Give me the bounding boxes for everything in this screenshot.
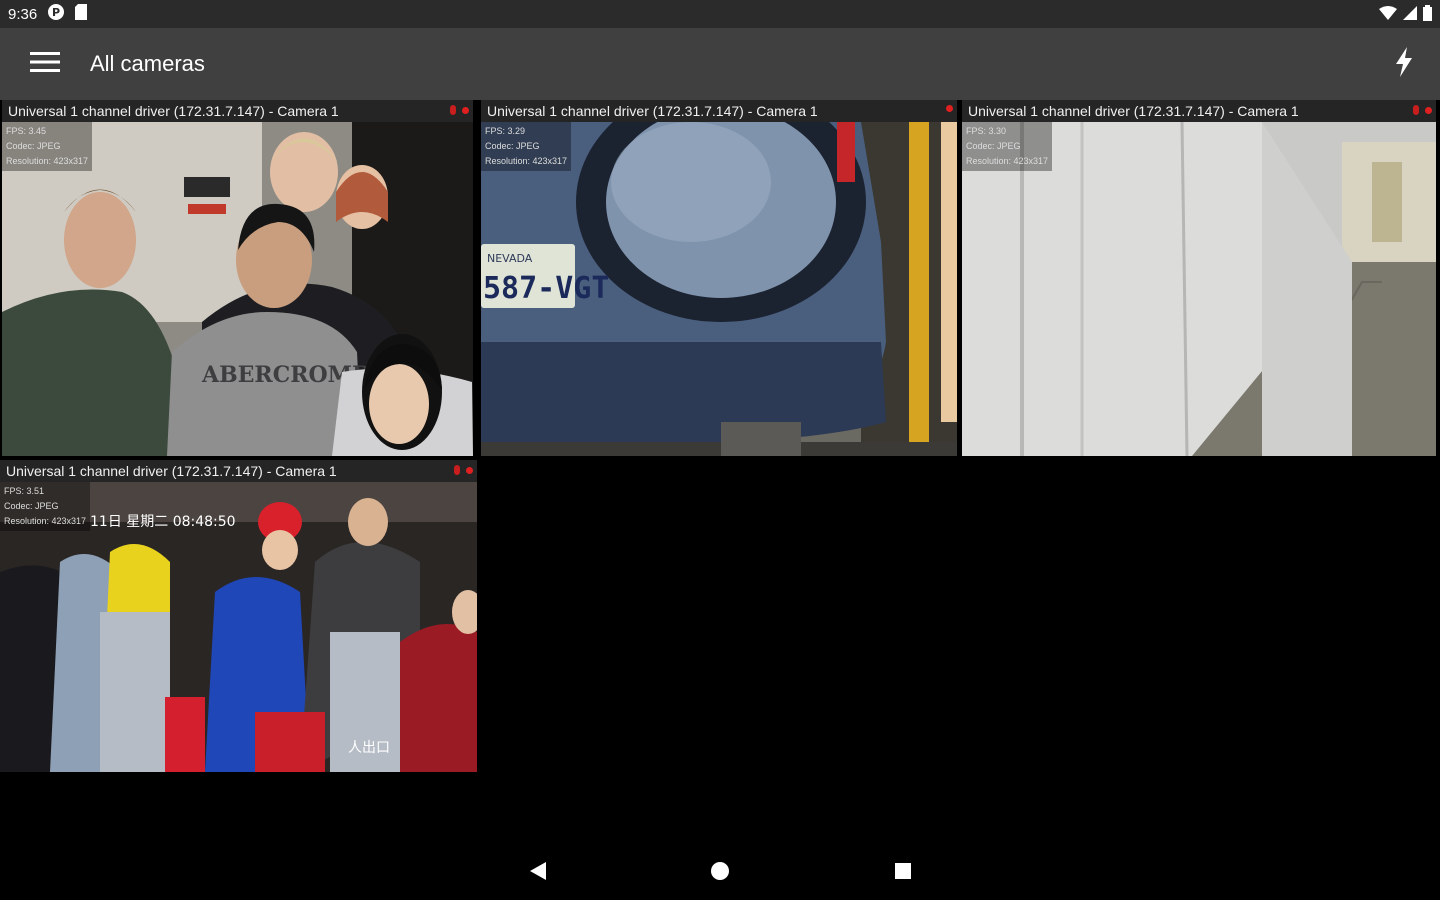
camera-tile[interactable]: NEVADA 587-VGT Universal 1 channel drive… [481,100,957,456]
camera-name: Universal 1 channel driver (172.31.7.147… [487,103,818,119]
camera-feed [962,122,1436,456]
camera-fps: FPS: 3.51 [4,486,45,496]
camera-tile[interactable]: Universal 1 channel driver (172.31.7.147… [962,100,1436,456]
camera-resolution: Resolution: 423x317 [4,516,87,526]
camera-fps: FPS: 3.30 [966,126,1007,136]
lightning-button[interactable] [1382,42,1426,86]
status-time: 9:36 [8,5,38,23]
camera-stats: FPS: 3.29 Codec: JPEG Resolution: 423x31… [481,122,572,171]
camera-stats: FPS: 3.51 Codec: JPEG Resolution: 423x31… [0,482,91,531]
audio-icon [1413,105,1419,115]
audio-icon [454,465,460,475]
camera-header: Universal 1 channel driver (172.31.7.147… [481,100,957,122]
camera-tile[interactable]: 11日 星期二 08:48:50 人出口 Universal 1 channel… [0,460,477,772]
recording-indicator-icon [466,466,473,474]
sd-card-icon [75,3,88,25]
lightning-icon [1393,46,1415,82]
camera-header: Universal 1 channel driver (172.31.7.147… [962,100,1436,122]
recording-indicator-icon [946,105,953,112]
signal-icon [1403,6,1417,25]
hamburger-menu-icon [30,51,60,78]
wifi-icon [1379,6,1397,25]
recording-indicator-icon [1425,106,1432,114]
camera-indicators [450,105,469,115]
navigation-bar [0,846,1440,900]
recents-button[interactable] [885,856,921,890]
camera-name: Universal 1 channel driver (172.31.7.147… [8,103,339,119]
back-button[interactable] [520,856,556,890]
status-bar: 9:36 P [0,0,1440,28]
camera-indicators [454,465,473,475]
camera-name: Universal 1 channel driver (172.31.7.147… [6,463,337,479]
camera-resolution: Resolution: 423x317 [485,156,568,166]
camera-header: Universal 1 channel driver (172.31.7.147… [2,100,473,122]
notification-icon: P [47,3,65,26]
home-button[interactable] [702,856,738,890]
plate-number-text: 587-VGT [483,271,609,306]
camera-codec: Codec: JPEG [966,141,1021,151]
camera-indicators [1413,105,1432,115]
camera-stats: FPS: 3.30 Codec: JPEG Resolution: 423x31… [962,122,1053,171]
audio-icon [450,105,456,115]
plate-state-text: NEVADA [487,252,533,265]
page-title: All cameras [90,51,205,76]
recording-indicator-icon [462,106,469,114]
svg-text:人出口: 人出口 [348,740,390,756]
home-icon [710,861,730,886]
camera-codec: Codec: JPEG [6,141,61,151]
app-bar: All cameras [0,28,1440,100]
battery-icon [1423,5,1432,26]
camera-stats: FPS: 3.45 Codec: JPEG Resolution: 423x31… [2,122,93,171]
svg-text:P: P [52,6,60,19]
camera-tile[interactable]: ABERCROMBIE Universal 1 channel driver (… [2,100,473,456]
camera-codec: Codec: JPEG [4,501,59,511]
recents-icon [894,862,912,885]
camera-resolution: Resolution: 423x317 [966,156,1049,166]
camera-codec: Codec: JPEG [485,141,540,151]
camera-feed: ABERCROMBIE [2,122,473,456]
camera-resolution: Resolution: 423x317 [6,156,89,166]
camera-header: Universal 1 channel driver (172.31.7.147… [0,460,477,482]
camera-overlay-text: 11日 星期二 08:48:50 [90,514,236,530]
camera-fps: FPS: 3.45 [6,126,47,136]
camera-feed: NEVADA 587-VGT [481,122,957,456]
back-icon [528,860,548,887]
camera-fps: FPS: 3.29 [485,126,526,136]
menu-button[interactable] [15,34,75,94]
camera-name: Universal 1 channel driver (172.31.7.147… [968,103,1299,119]
camera-indicators [946,105,953,112]
